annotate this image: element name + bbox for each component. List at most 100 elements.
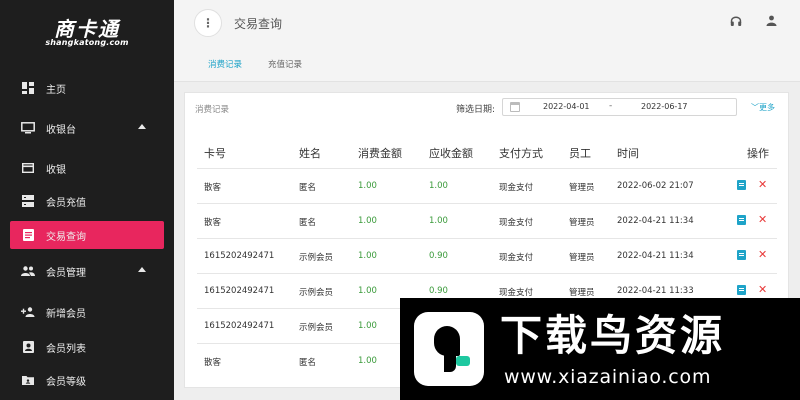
cell-due: 0.90: [429, 251, 448, 261]
monitor-icon: [20, 121, 36, 135]
date-separator: -: [609, 101, 613, 111]
more-vert-icon[interactable]: ⋮: [194, 9, 222, 37]
top-header: ⋮ 交易查询 消费记录 充值记录: [174, 0, 800, 82]
sidebar-item-home[interactable]: 主页: [10, 74, 164, 102]
column-header: 姓名: [299, 147, 321, 160]
people-icon: [20, 264, 36, 278]
view-detail-icon[interactable]: [737, 215, 746, 225]
view-detail-icon[interactable]: [737, 180, 746, 190]
calendar-icon: [510, 102, 520, 112]
column-header: 操作: [747, 147, 769, 160]
chevron-up-icon: [138, 124, 146, 129]
card-title: 消费记录: [195, 105, 230, 115]
cell-spent: 1.00: [358, 251, 377, 261]
cell-staff: 管理员: [569, 253, 595, 263]
column-header: 卡号: [204, 147, 226, 160]
brand-logo[interactable]: 商卡通 shangkatong.com: [0, 0, 174, 64]
chevron-down-icon: ﹀: [751, 103, 759, 112]
cell-staff: 管理员: [569, 183, 595, 193]
cell-card: 散客: [204, 218, 222, 228]
cell-name: 示例会员: [299, 323, 334, 333]
add-people-icon: [20, 305, 36, 319]
cell-spent: 1.00: [358, 356, 377, 366]
dashboard-icon: [20, 81, 36, 95]
list-icon: [20, 228, 36, 242]
sidebar-item-member-list[interactable]: 会员列表: [10, 333, 164, 361]
cell-time: 2022-04-21 11:34: [617, 251, 694, 261]
cell-payment: 现金支付: [499, 288, 534, 298]
sidebar-item-label: 新增会员: [46, 308, 86, 320]
cell-due: 0.90: [429, 286, 448, 296]
sidebar-item-label: 会员列表: [46, 343, 86, 355]
cell-name: 匿名: [299, 218, 317, 228]
cell-name: 匿名: [299, 183, 317, 193]
table-row[interactable]: 散客 匿名 1.00 1.00 现金支付 管理员 2022-04-21 11:3…: [197, 203, 777, 238]
watermark-banner: 下载鸟资源 www.xiazainiao.com: [400, 298, 800, 400]
cell-spent: 1.00: [358, 321, 377, 331]
cell-payment: 现金支付: [499, 218, 534, 228]
column-header: 时间: [617, 147, 639, 160]
sidebar-item-label: 收银台: [46, 124, 76, 136]
contact-icon: [20, 340, 36, 354]
view-detail-icon[interactable]: [737, 250, 746, 260]
sidebar-item-recharge[interactable]: 会员充值: [10, 187, 164, 215]
sidebar-item-label: 收银: [46, 164, 66, 176]
sidebar-item-member-level[interactable]: 会员等级: [10, 366, 164, 394]
more-filters-link[interactable]: ﹀更多: [751, 102, 775, 113]
cell-card: 1615202492471: [204, 251, 275, 261]
cell-spent: 1.00: [358, 216, 377, 226]
folder-icon: [20, 373, 36, 387]
cell-spent: 1.00: [358, 286, 377, 296]
cell-payment: 现金支付: [499, 253, 534, 263]
sidebar-item-checkout[interactable]: 收银: [10, 154, 164, 182]
date-end-field[interactable]: 2022-06-17: [641, 102, 688, 111]
cell-time: 2022-04-21 11:33: [617, 286, 694, 296]
date-start-field[interactable]: 2022-04-01: [543, 102, 590, 111]
cell-staff: 管理员: [569, 218, 595, 228]
cell-card: 散客: [204, 358, 222, 368]
table-row[interactable]: 1615202492471 示例会员 1.00 0.90 现金支付 管理员 20…: [197, 238, 777, 273]
more-label: 更多: [759, 103, 775, 112]
delete-icon[interactable]: ✕: [758, 248, 767, 261]
bird-logo-icon: [414, 312, 484, 386]
cell-name: 示例会员: [299, 253, 334, 263]
sidebar-item-members[interactable]: 会员管理: [10, 257, 164, 285]
cell-card: 散客: [204, 183, 222, 193]
sidebar: 商卡通 shangkatong.com 主页 收银台 收银 会员充值 交易查询 …: [0, 0, 174, 400]
filter-date-label: 筛选日期:: [456, 105, 496, 115]
cell-spent: 1.00: [358, 181, 377, 191]
cell-card: 1615202492471: [204, 286, 275, 296]
logo-domain: shangkatong.com: [45, 37, 129, 47]
storage-icon: [20, 194, 36, 208]
delete-icon[interactable]: ✕: [758, 178, 767, 191]
view-detail-icon[interactable]: [737, 285, 746, 295]
cell-name: 匿名: [299, 358, 317, 368]
date-range-picker[interactable]: 2022-04-01 - 2022-06-17: [502, 98, 737, 116]
delete-icon[interactable]: ✕: [758, 213, 767, 226]
cell-due: 1.00: [429, 216, 448, 226]
sidebar-item-cashier[interactable]: 收银台: [10, 114, 164, 142]
headset-icon[interactable]: [730, 15, 742, 30]
watermark-title: 下载鸟资源: [500, 311, 726, 360]
cell-time: 2022-04-21 11:34: [617, 216, 694, 226]
delete-icon[interactable]: ✕: [758, 283, 767, 296]
cell-staff: 管理员: [569, 288, 595, 298]
cell-time: 2022-06-02 21:07: [617, 181, 694, 191]
user-icon[interactable]: [766, 15, 777, 29]
sidebar-item-add-member[interactable]: 新增会员: [10, 298, 164, 326]
column-header: 应收金额: [429, 147, 473, 160]
sidebar-item-label: 会员等级: [46, 376, 86, 388]
sidebar-item-label: 主页: [46, 84, 66, 96]
sidebar-item-label: 会员管理: [46, 267, 86, 279]
cell-payment: 现金支付: [499, 183, 534, 193]
tab-recharge-records[interactable]: 充值记录: [268, 58, 302, 70]
logo-text: 商卡通: [54, 16, 120, 41]
table-row[interactable]: 散客 匿名 1.00 1.00 现金支付 管理员 2022-06-02 21:0…: [197, 168, 777, 203]
cell-name: 示例会员: [299, 288, 334, 298]
sidebar-item-transactions[interactable]: 交易查询: [10, 221, 164, 249]
table-header: 卡号 姓名 消费金额 应收金额 支付方式 员工 时间 操作: [197, 135, 777, 170]
column-header: 消费金额: [358, 147, 402, 160]
chevron-up-icon: [138, 267, 146, 272]
tab-consumption-records[interactable]: 消费记录: [208, 58, 242, 70]
card-icon: [20, 161, 36, 175]
